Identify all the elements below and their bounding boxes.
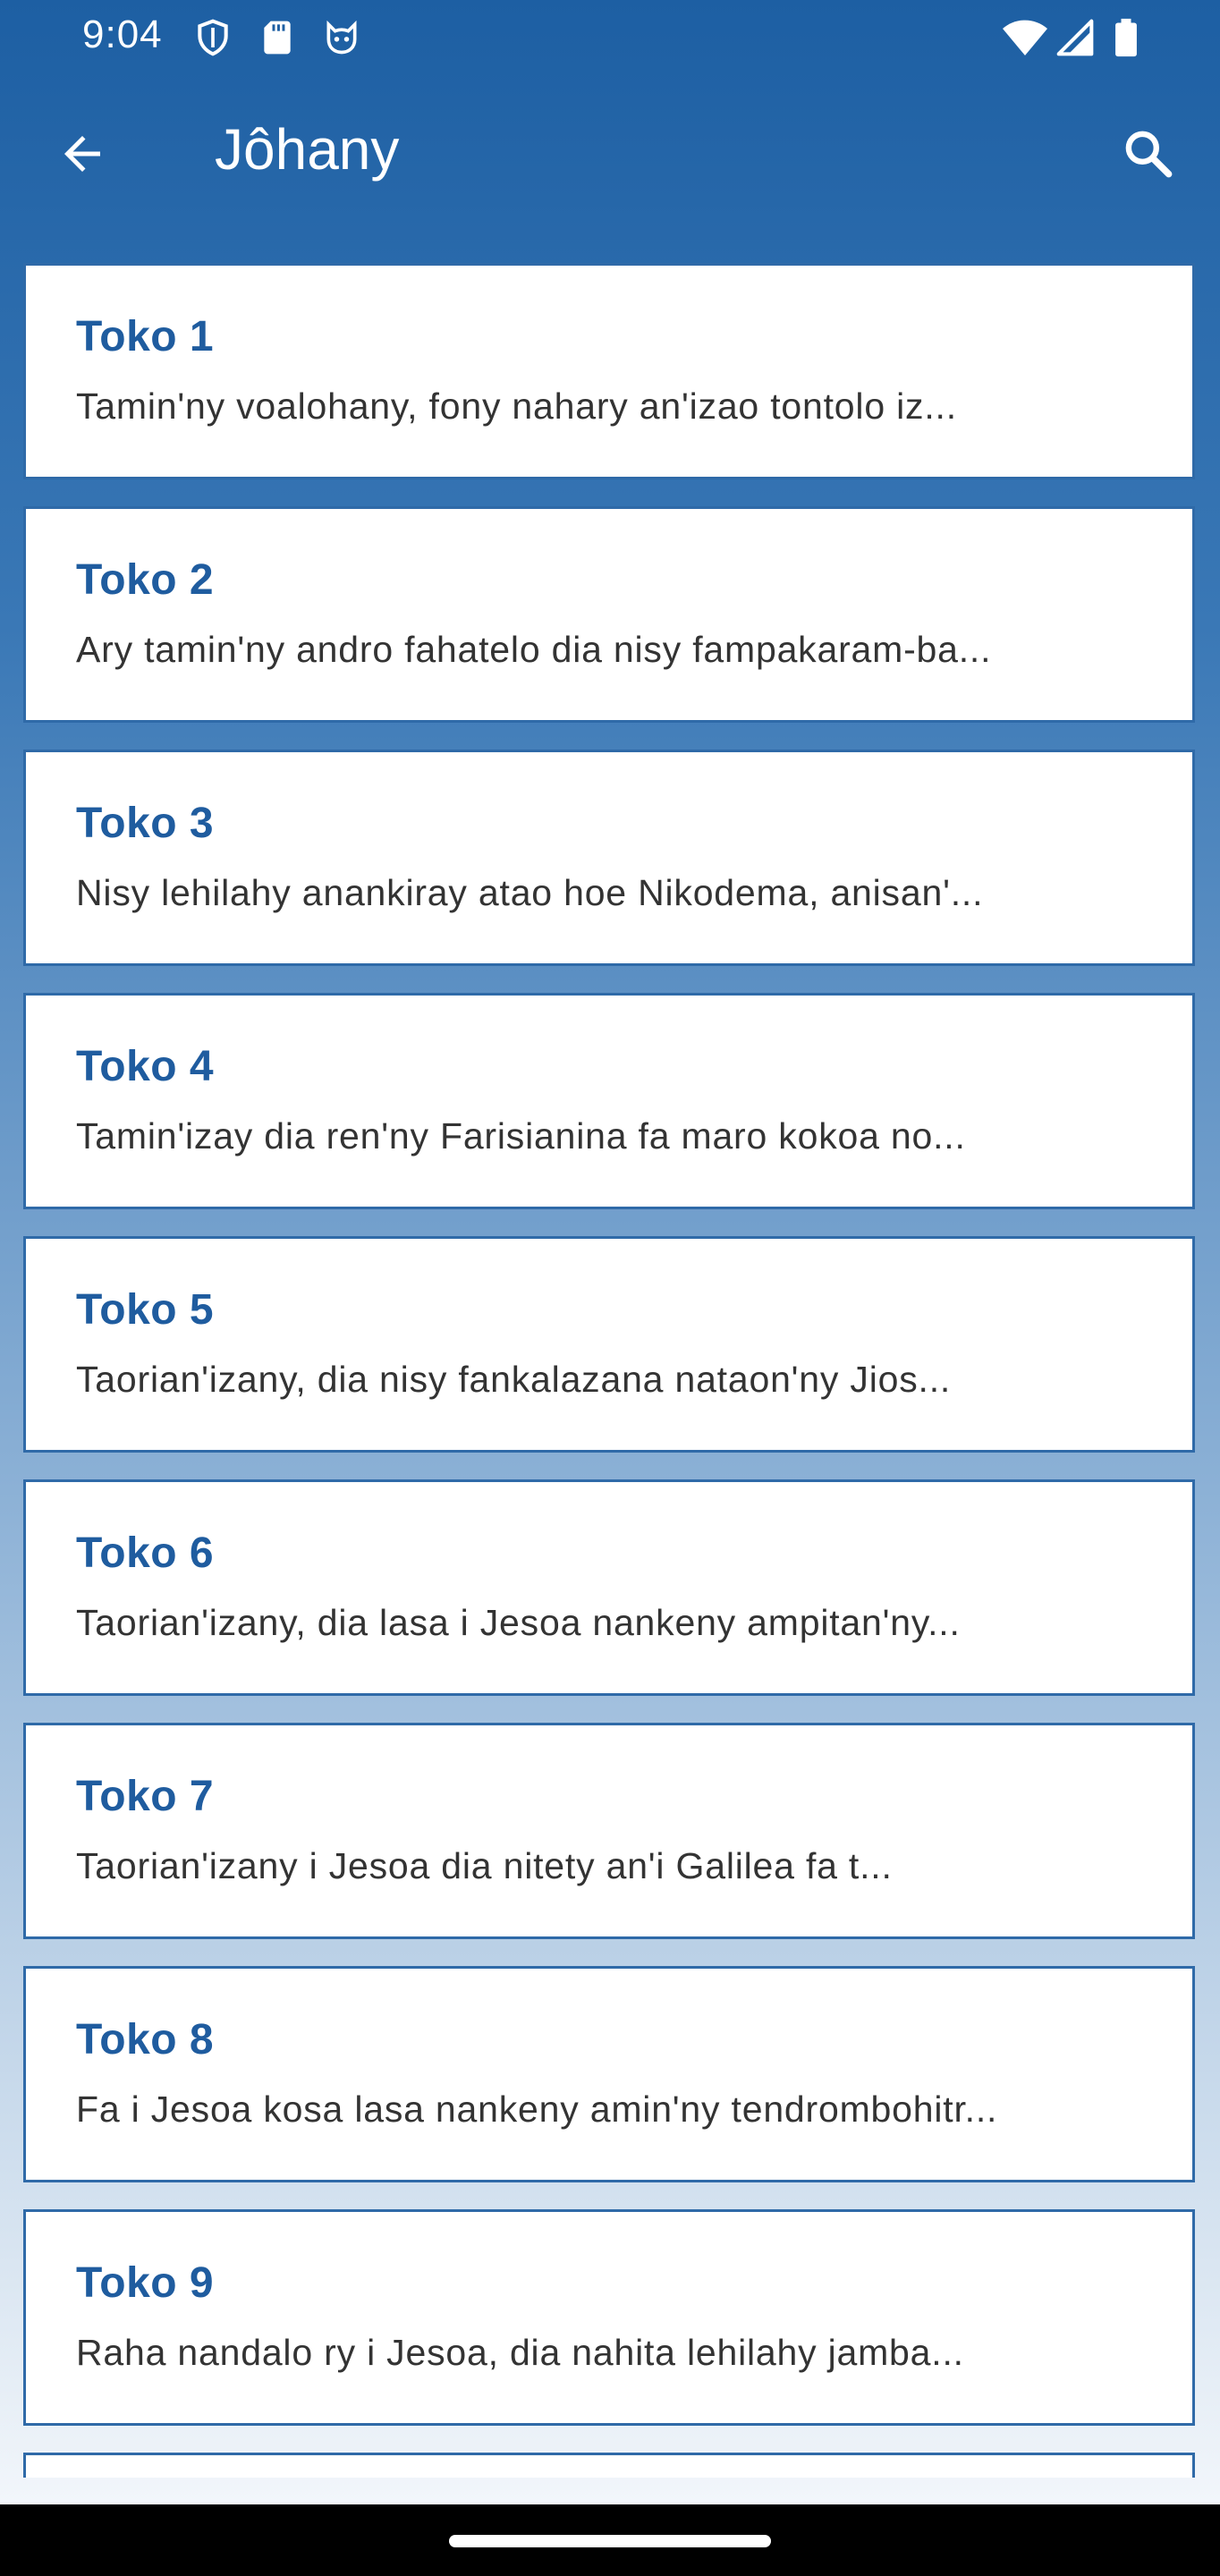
- chapter-title: Toko 3: [76, 800, 215, 847]
- chapter-title: Toko 7: [76, 1773, 215, 1820]
- chapter-card-1[interactable]: Toko 1 Tamin'ny voalohany, fony nahary a…: [23, 263, 1195, 479]
- chapter-card-4[interactable]: Toko 4 Tamin'izay dia ren'ny Farisianina…: [23, 993, 1195, 1209]
- search-button[interactable]: [1107, 113, 1190, 195]
- chapter-title: Toko 9: [76, 2259, 215, 2307]
- chapter-card-5[interactable]: Toko 5 Taorian'izany, dia nisy fankalaza…: [23, 1236, 1195, 1453]
- chapter-preview: Raha nandalo ry i Jesoa, dia nahita lehi…: [76, 2332, 964, 2373]
- chapter-list[interactable]: Toko 1 Tamin'ny voalohany, fony nahary a…: [23, 263, 1195, 2478]
- cat-face-icon: [326, 20, 357, 55]
- chapter-card-3[interactable]: Toko 3 Nisy lehilahy anankiray atao hoe …: [23, 750, 1195, 966]
- chapter-preview: Fa i Jesoa kosa lasa nankeny amin'ny ten…: [76, 2089, 998, 2130]
- arrow-back-icon: [64, 136, 100, 172]
- chapter-card-9[interactable]: Toko 9 Raha nandalo ry i Jesoa, dia nahi…: [23, 2209, 1195, 2426]
- sd-card-icon: [264, 21, 291, 55]
- chapter-card-10[interactable]: [23, 2453, 1195, 2478]
- chapter-preview: Tamin'ny voalohany, fony nahary an'izao …: [76, 386, 957, 427]
- chapter-card-7[interactable]: Toko 7 Taorian'izany i Jesoa dia nitety …: [23, 1723, 1195, 1939]
- wifi-icon: [1003, 20, 1047, 56]
- chapter-preview: Nisy lehilahy anankiray atao hoe Nikodem…: [76, 872, 984, 913]
- search-icon: [1125, 131, 1173, 178]
- app-bar: Jôhany: [0, 75, 1220, 233]
- chapter-title: Toko 8: [76, 2016, 215, 2063]
- chapter-preview: Ary tamin'ny andro fahatelo dia nisy fam…: [76, 629, 992, 670]
- chapter-title: Toko 2: [76, 556, 215, 604]
- chapter-card-6[interactable]: Toko 6 Taorian'izany, dia lasa i Jesoa n…: [23, 1479, 1195, 1696]
- screen: 9:04 Jôhany Toko 1 Tamin'ny voalohany, f…: [0, 0, 1220, 2576]
- chapter-card-8[interactable]: Toko 8 Fa i Jesoa kosa lasa nankeny amin…: [23, 1966, 1195, 2182]
- chapter-preview: Taorian'izany i Jesoa dia nitety an'i Ga…: [76, 1845, 893, 1886]
- chapter-title: Toko 1: [76, 313, 215, 360]
- navigation-bar: [0, 2504, 1220, 2576]
- chapter-title: Toko 4: [76, 1043, 215, 1090]
- chapter-card-2[interactable]: Toko 2 Ary tamin'ny andro fahatelo dia n…: [23, 506, 1195, 723]
- chapter-title: Toko 5: [76, 1286, 215, 1334]
- chapter-title: Toko 6: [76, 1530, 215, 1577]
- chapter-preview: Tamin'izay dia ren'ny Farisianina fa mar…: [76, 1115, 966, 1157]
- page-title: Jôhany: [215, 117, 400, 182]
- chapter-preview: Taorian'izany, dia lasa i Jesoa nankeny …: [76, 1602, 961, 1643]
- chapter-preview: Taorian'izany, dia nisy fankalazana nata…: [76, 1359, 952, 1400]
- shield-icon: [198, 19, 228, 56]
- battery-icon: [1115, 18, 1137, 57]
- status-time: 9:04: [82, 13, 163, 56]
- home-gesture-handle[interactable]: [449, 2535, 771, 2547]
- signal-icon: [1056, 19, 1094, 56]
- status-bar: 9:04: [0, 0, 1220, 75]
- back-button[interactable]: [41, 113, 123, 195]
